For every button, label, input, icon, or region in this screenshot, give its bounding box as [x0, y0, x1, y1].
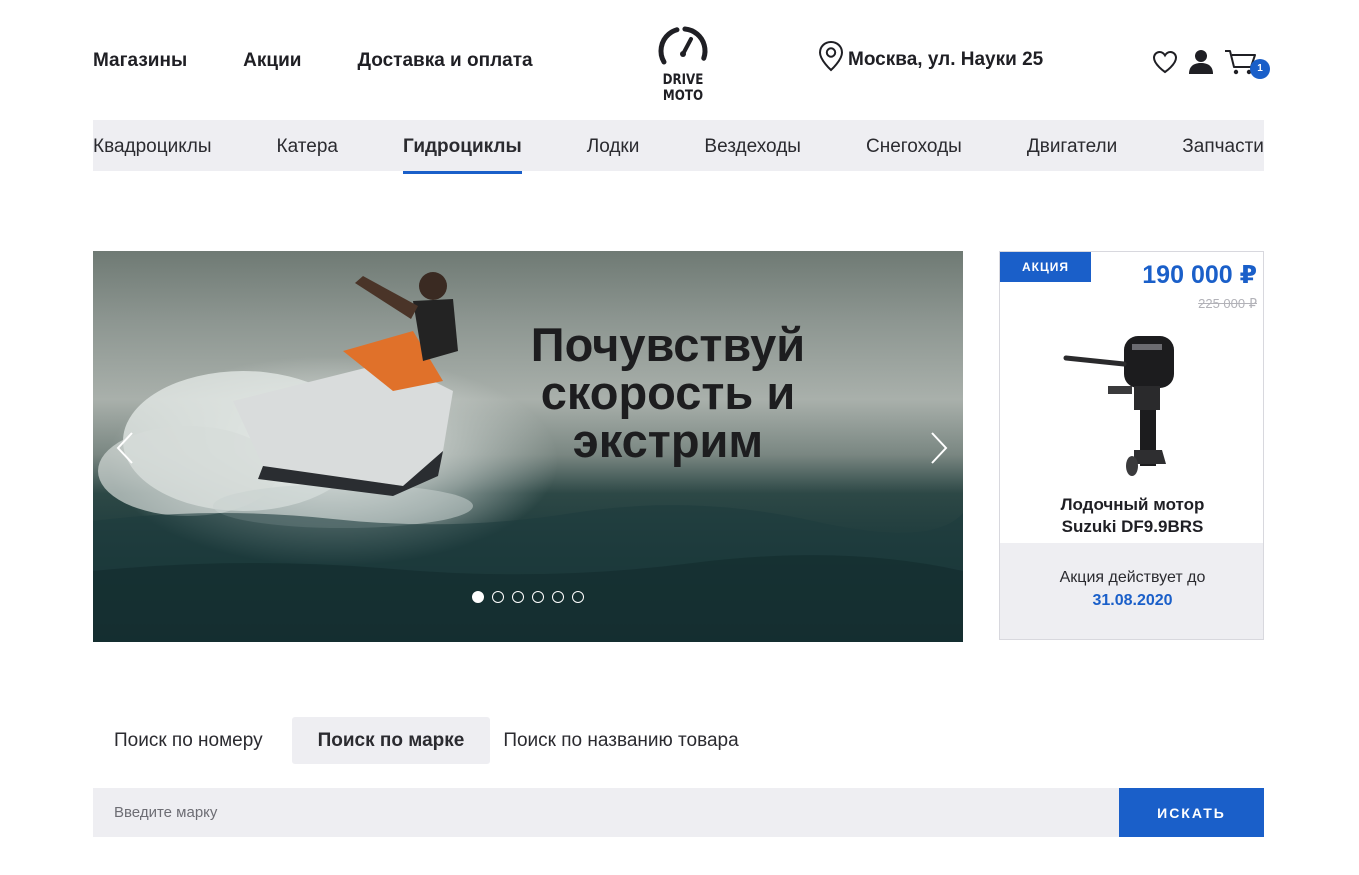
cart-button[interactable]: 1 — [1224, 48, 1270, 81]
promo-card[interactable]: АКЦИЯ 190 000 ₽ 225 000 ₽ Лодочный мотор… — [999, 251, 1264, 640]
search-tabs: Поиск по номеру Поиск по марке Поиск по … — [93, 717, 760, 764]
tab-search-by-name[interactable]: Поиск по названию товара — [503, 717, 759, 764]
tab-search-by-brand[interactable]: Поиск по марке — [291, 717, 491, 764]
promo-product-name-line: Лодочный мотор — [1060, 495, 1205, 514]
logo-text: DRIVE MOTO — [662, 72, 704, 104]
slider-dot[interactable] — [572, 591, 584, 603]
slider-dots — [472, 591, 592, 603]
cart-count-badge: 1 — [1250, 59, 1270, 79]
promo-valid-date: 31.08.2020 — [1092, 592, 1173, 609]
promo-valid-label: Акция действует до — [1059, 569, 1206, 586]
slider-dot[interactable] — [552, 591, 564, 603]
map-pin-icon — [818, 40, 844, 72]
header-actions: 1 — [1142, 48, 1270, 81]
hero-title-line: скорость и — [540, 365, 796, 419]
address-text: Москва, ул. Науки 25 — [848, 49, 1044, 70]
promo-badge: АКЦИЯ — [1000, 252, 1091, 282]
tab-search-by-number[interactable]: Поиск по номеру — [93, 717, 284, 764]
store-address[interactable]: Москва, ул. Науки 25 — [818, 40, 1043, 72]
slider-prev-button[interactable] — [115, 431, 135, 470]
promo-validity: Акция действует до 31.08.2020 — [1000, 543, 1263, 639]
hero-slider: Почувствуй скорость и экстрим — [93, 251, 963, 642]
brand-search-input[interactable] — [93, 788, 1119, 837]
category-atv[interactable]: Квадроциклы — [93, 120, 212, 171]
category-snowmobiles[interactable]: Снегоходы — [866, 120, 962, 171]
slider-dot[interactable] — [512, 591, 524, 603]
promo-price: 190 000 ₽ — [1142, 261, 1257, 289]
site-logo[interactable]: DRIVE MOTO — [633, 22, 733, 104]
promo-old-price: 225 000 ₽ — [1198, 296, 1257, 311]
category-all-terrain[interactable]: Вездеходы — [704, 120, 801, 171]
category-boats-motor[interactable]: Катера — [277, 120, 338, 171]
nav-delivery-link[interactable]: Доставка и оплата — [357, 50, 532, 72]
top-nav: Магазины Акции Доставка и оплата — [93, 50, 589, 72]
slider-next-button[interactable] — [929, 431, 949, 470]
nav-stores-link[interactable]: Магазины — [93, 50, 187, 72]
hero-title-line: Почувствуй — [530, 318, 806, 371]
category-parts[interactable]: Запчасти — [1182, 120, 1264, 171]
search-form: ИСКАТЬ — [93, 788, 1264, 837]
hero-title-line: экстрим — [572, 413, 764, 467]
category-bar: Квадроциклы Катера Гидроциклы Лодки Везд… — [93, 120, 1264, 174]
heart-icon — [1152, 50, 1178, 74]
category-engines[interactable]: Двигатели — [1027, 120, 1117, 171]
site-header: Магазины Акции Доставка и оплата DRIVE M… — [93, 0, 1270, 120]
promo-product-name-line: Suzuki DF9.9BRS — [1061, 517, 1204, 536]
speedometer-icon — [658, 26, 708, 65]
account-button[interactable] — [1188, 49, 1214, 80]
chevron-left-icon — [116, 432, 133, 464]
search-button[interactable]: ИСКАТЬ — [1119, 788, 1264, 837]
category-boats[interactable]: Лодки — [587, 120, 640, 171]
chevron-right-icon — [931, 432, 948, 464]
nav-promotions-link[interactable]: Акции — [243, 50, 301, 72]
favorites-button[interactable] — [1152, 50, 1178, 79]
category-list: Квадроциклы Катера Гидроциклы Лодки Везд… — [93, 120, 1264, 174]
slider-dot[interactable] — [472, 591, 484, 603]
promo-product-name[interactable]: Лодочный мотор Suzuki DF9.9BRS — [1000, 494, 1263, 538]
slider-dot[interactable] — [532, 591, 544, 603]
user-icon — [1189, 50, 1213, 74]
outboard-motor-image — [1063, 336, 1174, 476]
slider-dot[interactable] — [492, 591, 504, 603]
hero-title: Почувствуй скорость и экстрим — [493, 321, 843, 465]
category-jetski[interactable]: Гидроциклы — [403, 120, 522, 174]
